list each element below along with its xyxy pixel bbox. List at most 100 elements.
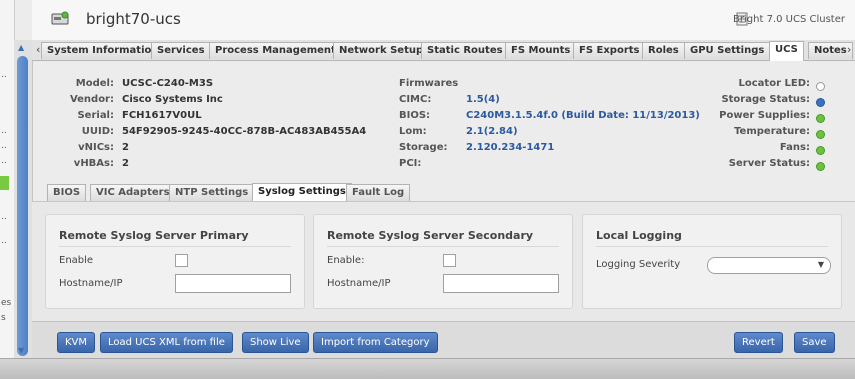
locator-led-icon	[816, 82, 825, 91]
sidebar-fragment[interactable]: ..	[1, 212, 7, 222]
fans-label: Fans:	[779, 142, 810, 153]
syslog-primary-box: Remote Syslog Server Primary Enable Host…	[45, 214, 305, 309]
lom-value: 2.1(2.84)	[466, 126, 518, 137]
pci-label: PCI:	[399, 158, 422, 169]
secondary-host-label: Hostname/IP	[327, 278, 391, 289]
secondary-enable-checkbox[interactable]	[443, 254, 456, 267]
save-button[interactable]: Save	[794, 332, 835, 353]
sidebar-fragment[interactable]: ..	[1, 126, 7, 136]
storage-label: Storage:	[399, 142, 448, 153]
cimc-label: CIMC:	[399, 94, 432, 105]
vnics-label: vNICs:	[78, 142, 114, 153]
sidebar-fragment[interactable]: s	[1, 313, 6, 323]
scroll-down-icon[interactable]: ▼	[18, 346, 24, 355]
import-from-category-button[interactable]: Import from Category	[313, 332, 438, 353]
locator-led-label: Locator LED:	[738, 78, 810, 89]
firmwares-heading: Firmwares	[399, 78, 459, 89]
bios-value: C240M3.1.5.4f.0 (Build Date: 11/13/2013)	[466, 110, 700, 121]
subtab-bios[interactable]: BIOS	[47, 184, 87, 201]
scrollbar-thumb[interactable]	[17, 56, 28, 356]
show-live-button[interactable]: Show Live	[242, 332, 309, 353]
storage-status-icon	[816, 98, 825, 107]
server-node-icon	[51, 11, 69, 25]
syslog-secondary-box: Remote Syslog Server Secondary Enable: H…	[313, 214, 573, 309]
tab-process-management[interactable]: Process Management	[209, 42, 342, 59]
subtab-syslog-settings[interactable]: Syslog Settings	[252, 183, 352, 202]
tab-ucs[interactable]: UCS	[769, 41, 804, 61]
temperature-label: Temperature:	[734, 126, 810, 137]
kvm-button[interactable]: KVM	[57, 332, 96, 353]
storage-value: 2.120.234-1471	[466, 142, 554, 153]
vertical-scrollbar[interactable]: ▲ ▼	[14, 40, 33, 358]
vhbas-value: 2	[122, 158, 129, 169]
tab-fs-exports[interactable]: FS Exports	[573, 42, 646, 59]
tabs-scroll-right-icon[interactable]: ›	[847, 43, 851, 56]
tab-services[interactable]: Services	[151, 42, 211, 59]
secondary-hostname-input[interactable]	[443, 274, 559, 293]
serial-label: Serial:	[77, 110, 114, 121]
primary-enable-checkbox[interactable]	[175, 254, 188, 267]
lom-label: Lom:	[399, 126, 427, 137]
storage-status-label: Storage Status:	[721, 94, 810, 105]
bios-label: BIOS:	[399, 110, 431, 121]
syslog-secondary-heading: Remote Syslog Server Secondary	[327, 229, 534, 242]
local-logging-heading: Local Logging	[596, 229, 682, 242]
page-title: bright70-ucs	[86, 10, 181, 28]
scroll-up-icon[interactable]: ▲	[18, 43, 24, 52]
storage-value-text: 2.120.234-1471	[466, 142, 555, 153]
subtab-ntp-settings[interactable]: NTP Settings	[169, 184, 255, 201]
primary-enable-label: Enable	[59, 255, 94, 266]
tab-network-setup[interactable]: Network Setup	[333, 42, 430, 59]
local-logging-box: Local Logging Logging Severity ▼	[582, 214, 842, 309]
sidebar-fragment[interactable]: ..	[1, 141, 7, 151]
cluster-label: Bright 7.0 UCS Cluster	[733, 14, 845, 25]
divider	[327, 246, 559, 247]
tab-gpu-settings[interactable]: GPU Settings	[684, 42, 771, 59]
primary-host-label: Hostname/IP	[59, 278, 123, 289]
sidebar-strip: .. .. .. .. .. .. es s	[0, 0, 15, 378]
vnics-value: 2	[122, 142, 129, 153]
syslog-settings-panel: Remote Syslog Server Primary Enable Host…	[32, 201, 855, 322]
server-info-panel: Model: UCSC-C240-M3S Vendor: Cisco Syste…	[40, 68, 845, 178]
cimc-value: 1.5(4)	[466, 94, 500, 105]
fans-icon	[816, 146, 825, 155]
tab-roles[interactable]: Roles	[642, 42, 685, 59]
subtab-vic-adapters[interactable]: VIC Adapters	[90, 184, 176, 201]
vendor-value: Cisco Systems Inc	[122, 94, 223, 105]
sidebar-fragment[interactable]: ..	[1, 70, 7, 80]
sidebar-fragment[interactable]: ..	[1, 236, 7, 246]
cimc-value-text: 1.5(4)	[466, 94, 500, 105]
bios-value-text: C240M3.1.5.4f.0 (Build Date: 11/13/2013)	[466, 110, 700, 121]
tabs-scroll-left-icon[interactable]: ‹	[36, 43, 40, 56]
sidebar-selection-marker	[0, 176, 9, 190]
syslog-primary-heading: Remote Syslog Server Primary	[59, 229, 249, 242]
tab-static-routes[interactable]: Static Routes	[421, 42, 509, 59]
status-bar	[0, 358, 855, 379]
uuid-label: UUID:	[81, 126, 114, 137]
chevron-down-icon: ▼	[817, 260, 824, 269]
power-supplies-label: Power Supplies:	[719, 110, 810, 121]
main-tabs: ‹ System Information Services Process Ma…	[32, 40, 855, 61]
uuid-value: 54F92905-9245-40CC-878B-AC483AB455A4	[122, 126, 367, 137]
logging-severity-select[interactable]: ▼	[707, 257, 831, 274]
sidebar-fragment[interactable]: ..	[1, 156, 7, 166]
model-label: Model:	[75, 78, 114, 89]
logging-severity-label: Logging Severity	[596, 259, 681, 270]
vendor-label: Vendor:	[69, 94, 114, 105]
tab-fs-mounts[interactable]: FS Mounts	[505, 42, 577, 59]
server-status-icon	[816, 162, 825, 171]
divider	[59, 246, 291, 247]
sidebar-fragment[interactable]: es	[1, 298, 11, 308]
power-supplies-icon	[816, 114, 825, 123]
secondary-enable-label: Enable:	[327, 255, 365, 266]
serial-value: FCH1617V0UL	[122, 110, 202, 121]
lom-value-text: 2.1(2.84)	[466, 126, 518, 137]
load-ucs-xml-button[interactable]: Load UCS XML from file	[100, 332, 233, 353]
temperature-icon	[816, 130, 825, 139]
primary-hostname-input[interactable]	[175, 274, 291, 293]
subtab-fault-log[interactable]: Fault Log	[346, 184, 411, 201]
bottom-toolbar: KVM Load UCS XML from file Show Live Imp…	[32, 321, 855, 359]
tab-system-information[interactable]: System Information	[41, 42, 165, 59]
revert-button[interactable]: Revert	[734, 332, 783, 353]
model-value: UCSC-C240-M3S	[122, 78, 214, 89]
